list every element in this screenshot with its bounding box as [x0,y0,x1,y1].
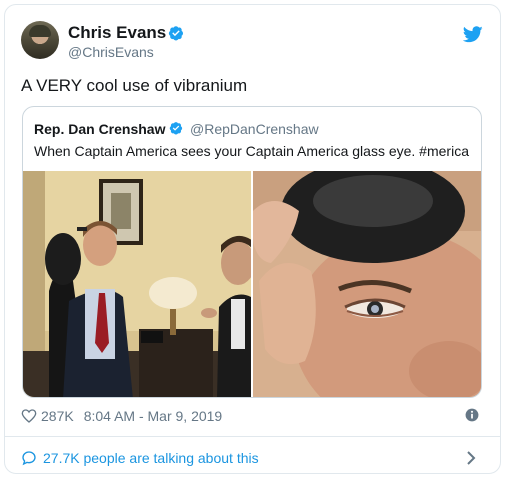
info-icon[interactable] [465,408,479,422]
photo-glass-eye-closeup[interactable] [253,171,482,398]
avatar[interactable] [21,21,59,59]
like-count[interactable]: 287K [41,408,74,424]
chevron-right-icon[interactable] [466,450,476,466]
photo-office-meeting[interactable] [23,171,251,398]
author-name[interactable]: Chris Evans [68,23,166,43]
tweet-timestamp[interactable]: 8:04 AM - Mar 9, 2019 [84,408,223,424]
verified-badge-icon [169,122,183,135]
speech-bubble-icon [22,451,36,466]
quoted-tweet[interactable]: Rep. Dan Crenshaw @RepDanCrenshaw When C… [22,106,482,398]
talking-about-link[interactable]: 27.7K people are talking about this [21,448,259,468]
author-handle[interactable]: @ChrisEvans [68,44,154,60]
quoted-author-handle[interactable]: @RepDanCrenshaw [190,121,319,137]
heart-icon[interactable] [21,408,37,424]
twitter-bird-icon[interactable] [463,26,483,43]
tweet-meta: 287K 8:04 AM - Mar 9, 2019 [21,406,222,426]
divider [4,436,501,437]
talking-about-text[interactable]: 27.7K people are talking about this [43,450,259,466]
verified-badge-icon [168,26,183,41]
tweet-text: A VERY cool use of vibranium [21,76,248,95]
quoted-author-name[interactable]: Rep. Dan Crenshaw [34,121,165,137]
quoted-tweet-text: When Captain America sees your Captain A… [34,143,469,159]
